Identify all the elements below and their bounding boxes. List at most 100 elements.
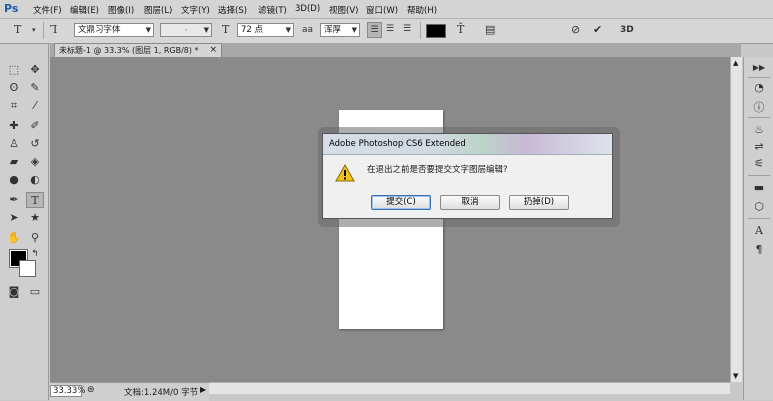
swap-colors-icon[interactable]: ↰ (26, 246, 44, 262)
zoom-field[interactable]: 33.33% (50, 385, 85, 397)
channels-icon[interactable]: ⬡ (752, 200, 766, 213)
discard-button[interactable]: 扔掉(D) (509, 195, 569, 210)
character-icon[interactable]: A (752, 224, 766, 237)
menu-select[interactable]: 选择(S) (218, 4, 247, 16)
menu-edit[interactable]: 编辑(E) (70, 4, 99, 16)
menu-image[interactable]: 图像(I) (108, 4, 134, 16)
dialog-title-bar[interactable]: Adobe Photoshop CS6 Extended (323, 134, 612, 155)
close-icon[interactable]: × (209, 44, 217, 57)
scroll-up-icon[interactable]: ▲ (733, 59, 738, 67)
antialias-label: a (307, 25, 314, 35)
text-color-swatch[interactable] (426, 24, 446, 38)
document-tab-title: 未标题-1 @ 33.3% (图层 1, RGB/8) * (59, 46, 199, 55)
document-info: 文档:1.24M/0 字节 (124, 388, 199, 398)
dialog-message: 在退出之前是否要提交文字图层编辑? (367, 165, 508, 175)
quick-mask-icon[interactable]: ◙ (5, 284, 23, 300)
background-color-swatch[interactable] (19, 260, 36, 277)
layers-icon[interactable]: ▬ (752, 181, 766, 194)
blur-icon[interactable]: ● (5, 172, 23, 188)
dodge-icon[interactable]: ◐ (26, 172, 44, 188)
menu-bar: Ps 文件(F) 编辑(E) 图像(I) 图层(L) 文字(Y) 选择(S) 滤… (0, 0, 773, 19)
font-size-select[interactable]: 72 点 ▼ (237, 23, 294, 37)
horizontal-scrollbar[interactable] (209, 382, 730, 394)
styles-icon[interactable]: ⚟ (752, 157, 766, 170)
divider (748, 175, 770, 176)
menu-window[interactable]: 窗口(W) (366, 4, 398, 16)
chevron-down-icon: ▼ (203, 26, 209, 34)
align-left-icon[interactable]: ☰ (367, 22, 382, 38)
status-info-icon[interactable]: ⊜ (87, 385, 95, 395)
commit-button[interactable]: 提交(C) (371, 195, 431, 210)
pen-icon[interactable]: ✒ (5, 192, 23, 208)
chevron-down-icon: ▼ (351, 26, 357, 34)
brush-icon[interactable]: ✐ (26, 118, 44, 134)
commit-edit-icon[interactable]: ✔ (593, 23, 602, 36)
preset-dropdown-icon[interactable]: ▾ (32, 26, 36, 34)
3d-extrusion-icon[interactable]: 3D (620, 25, 634, 35)
type-icon[interactable]: T (26, 192, 44, 208)
history-brush-icon[interactable]: ↺ (26, 136, 44, 152)
cancel-button[interactable]: 取消 (440, 195, 500, 210)
menu-file[interactable]: 文件(F) (33, 4, 62, 16)
color-icon[interactable]: ♨ (752, 123, 766, 136)
lasso-icon[interactable]: ʘ (5, 80, 23, 96)
align-right-icon[interactable]: ☰ (403, 24, 411, 34)
zoom-icon[interactable]: ⚲ (26, 230, 44, 246)
collapse-panels-icon[interactable]: ▶▶ (752, 63, 766, 72)
photoshop-logo: Ps (4, 2, 19, 15)
antialias-icon: aa (302, 25, 314, 35)
eyedropper-icon[interactable]: ⁄ (26, 98, 44, 114)
crop-icon[interactable]: ⌗ (5, 98, 23, 114)
eraser-icon[interactable]: ▰ (5, 154, 23, 170)
font-style-select[interactable]: - ▼ (160, 23, 212, 37)
history-icon[interactable]: ◔ (752, 81, 766, 94)
document-tab-bar: 未标题-1 @ 33.3% (图层 1, RGB/8) * × (50, 43, 741, 57)
path-select-icon[interactable]: ➤ (5, 210, 23, 226)
text-orientation-icon[interactable]: Ꞁ (50, 23, 57, 36)
menu-help[interactable]: 帮助(H) (407, 4, 437, 16)
font-size-icon: T (222, 23, 230, 36)
clone-stamp-icon[interactable]: ♙ (5, 136, 23, 152)
antialias-select[interactable]: 浑厚 ▼ (320, 23, 360, 37)
menu-3d[interactable]: 3D(D) (295, 4, 320, 14)
character-panel-icon[interactable]: ▤ (485, 23, 495, 36)
divider (43, 22, 44, 39)
chevron-down-icon: ▼ (145, 26, 151, 34)
font-style-value: - (184, 25, 188, 35)
menu-filter[interactable]: 滤镜(T) (258, 4, 287, 16)
menu-view[interactable]: 视图(V) (329, 4, 358, 16)
font-size-value: 72 点 (241, 25, 264, 35)
font-family-select[interactable]: 文鼎习字体 ▼ (74, 23, 154, 37)
screen-mode-icon[interactable]: ▭ (26, 284, 44, 300)
status-bar: 33.33% ⊜ 文档:1.24M/0 字节 ▶ (50, 382, 209, 401)
warp-text-icon[interactable]: Ť (457, 23, 464, 36)
options-bar: T ▾ Ꞁ 文鼎习字体 ▼ - ▼ T 72 点 ▼ aa 浑厚 ▼ ☰ ☰ ☰… (0, 19, 773, 44)
align-center-icon[interactable]: ☰ (386, 24, 394, 34)
dialog-title: Adobe Photoshop CS6 Extended (329, 139, 466, 149)
document-tab[interactable]: 未标题-1 @ 33.3% (图层 1, RGB/8) * × (54, 43, 222, 57)
vertical-scrollbar[interactable]: ▲ ▼ (730, 57, 742, 382)
healing-brush-icon[interactable]: ✚ (5, 118, 23, 134)
hand-icon[interactable]: ✋ (5, 230, 23, 246)
quick-select-icon[interactable]: ✎ (26, 80, 44, 96)
antialias-value: 浑厚 (324, 25, 342, 35)
menu-type[interactable]: 文字(Y) (181, 4, 210, 16)
paragraph-icon[interactable]: ¶ (752, 243, 766, 256)
confirm-dialog: Adobe Photoshop CS6 Extended 在退出之前是否要提交文… (322, 133, 613, 219)
marquee-icon[interactable]: ⬚ (5, 62, 23, 78)
paint-bucket-icon[interactable]: ◈ (26, 154, 44, 170)
toolbox: ⬚ ✥ ʘ ✎ ⌗ ⁄ ✚ ✐ ♙ ↺ ▰ ◈ ● ◐ ✒ T ➤ ★ ✋ ⚲ … (0, 44, 49, 400)
move-icon[interactable]: ✥ (26, 62, 44, 78)
info-icon[interactable]: ⓘ (752, 99, 766, 115)
adjustments-icon[interactable]: ⇌ (752, 140, 766, 153)
divider (748, 218, 770, 219)
cancel-edit-icon[interactable]: ⊘ (571, 23, 580, 36)
status-menu-arrow-icon[interactable]: ▶ (200, 385, 206, 394)
scroll-down-icon[interactable]: ▼ (733, 372, 738, 380)
type-tool-preset-icon[interactable]: T (14, 23, 21, 36)
menu-layer[interactable]: 图层(L) (144, 4, 172, 16)
warning-icon (335, 164, 355, 182)
shape-icon[interactable]: ★ (26, 210, 44, 226)
font-family-value: 文鼎习字体 (78, 25, 121, 35)
panel-dock: ▶▶ ◔ ⓘ ♨ ⇌ ⚟ ▬ ⬡ A ¶ (743, 57, 773, 400)
